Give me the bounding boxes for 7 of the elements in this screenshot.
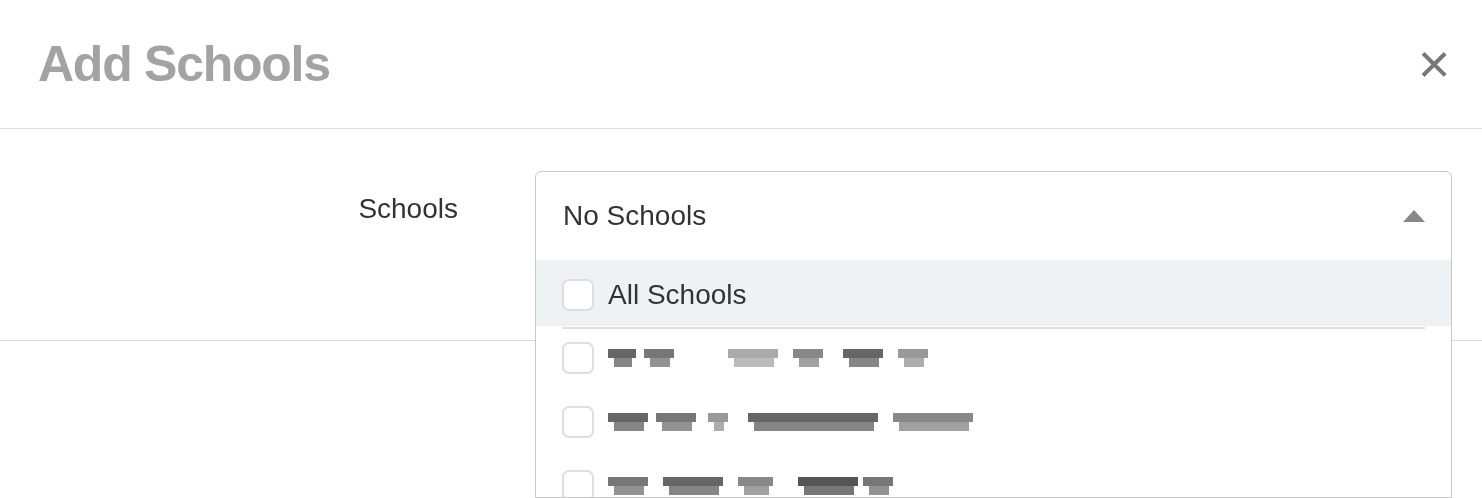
option-label: All Schools — [608, 278, 747, 312]
field-label: Schools — [358, 195, 458, 226]
dialog-title: Add Schools — [38, 34, 330, 94]
close-button[interactable]: × — [1412, 42, 1456, 86]
dropdown[interactable]: No Schools All Schools — [535, 171, 1452, 498]
dropdown-value: No Schools — [563, 199, 707, 233]
dropdown-option[interactable]: All Schools — [536, 260, 1451, 326]
